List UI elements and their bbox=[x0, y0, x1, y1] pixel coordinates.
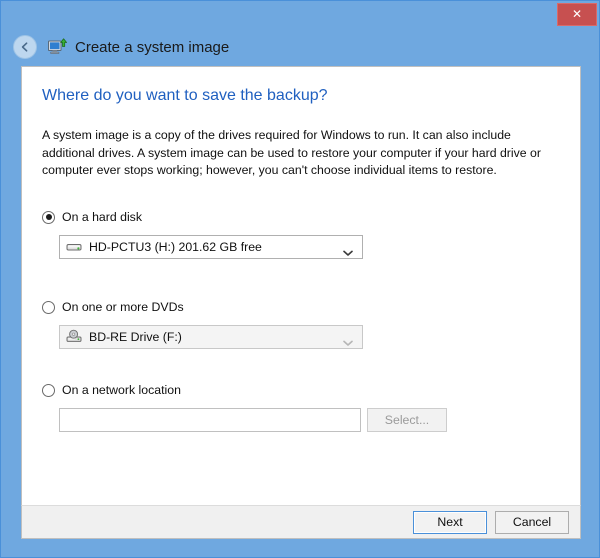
close-button[interactable]: ✕ bbox=[557, 3, 597, 26]
cancel-button[interactable]: Cancel bbox=[495, 511, 569, 534]
hard-disk-combobox[interactable]: HD-PCTU3 (H:) 201.62 GB free bbox=[59, 235, 363, 259]
radio-network[interactable] bbox=[42, 383, 55, 397]
dvd-combobox: BD-RE Drive (F:) bbox=[59, 325, 363, 349]
radio-label-hard-disk[interactable]: On a hard disk bbox=[62, 210, 142, 224]
chevron-down-icon bbox=[343, 244, 353, 262]
radio-row-network[interactable]: On a network location bbox=[42, 381, 447, 399]
radio-row-hard-disk[interactable]: On a hard disk bbox=[42, 208, 363, 226]
network-location-input[interactable] bbox=[59, 408, 361, 432]
window-title: Create a system image bbox=[75, 38, 230, 56]
chevron-down-icon bbox=[343, 334, 353, 352]
system-image-icon bbox=[47, 37, 67, 57]
select-button[interactable]: Select... bbox=[367, 408, 447, 432]
radio-label-dvd[interactable]: On one or more DVDs bbox=[62, 300, 184, 314]
option-group-network: On a network location Select... bbox=[42, 381, 447, 432]
dialog-footer: Next Cancel bbox=[21, 505, 581, 539]
hard-disk-combobox-value: HD-PCTU3 (H:) 201.62 GB free bbox=[89, 240, 262, 254]
close-icon: ✕ bbox=[571, 7, 583, 21]
radio-row-dvd[interactable]: On one or more DVDs bbox=[42, 298, 363, 316]
radio-dvd[interactable] bbox=[42, 300, 55, 314]
content-panel: Where do you want to save the backup? A … bbox=[21, 66, 581, 539]
option-group-hard-disk: On a hard disk HD-PCTU3 (H:) 201.62 GB f… bbox=[42, 208, 363, 259]
page-description: A system image is a copy of the drives r… bbox=[42, 128, 541, 177]
optical-drive-icon bbox=[66, 329, 82, 345]
footer-button-group: Next Cancel bbox=[413, 511, 569, 534]
title-bar: ✕ Create a system image bbox=[1, 1, 599, 66]
radio-hard-disk[interactable] bbox=[42, 210, 55, 224]
dvd-combobox-value: BD-RE Drive (F:) bbox=[89, 330, 182, 344]
radio-label-network[interactable]: On a network location bbox=[62, 383, 181, 397]
back-button[interactable] bbox=[13, 35, 37, 59]
navigation-bar: Create a system image bbox=[1, 32, 229, 62]
create-system-image-window: ✕ Create a system image Where do you wan… bbox=[0, 0, 600, 558]
page-title: Where do you want to save the backup? bbox=[42, 87, 328, 104]
option-group-dvd: On one or more DVDs BD-RE Drive (F:) bbox=[42, 298, 363, 349]
external-hard-drive-icon bbox=[66, 239, 82, 255]
next-button[interactable]: Next bbox=[413, 511, 487, 534]
network-location-row: Select... bbox=[59, 408, 447, 432]
